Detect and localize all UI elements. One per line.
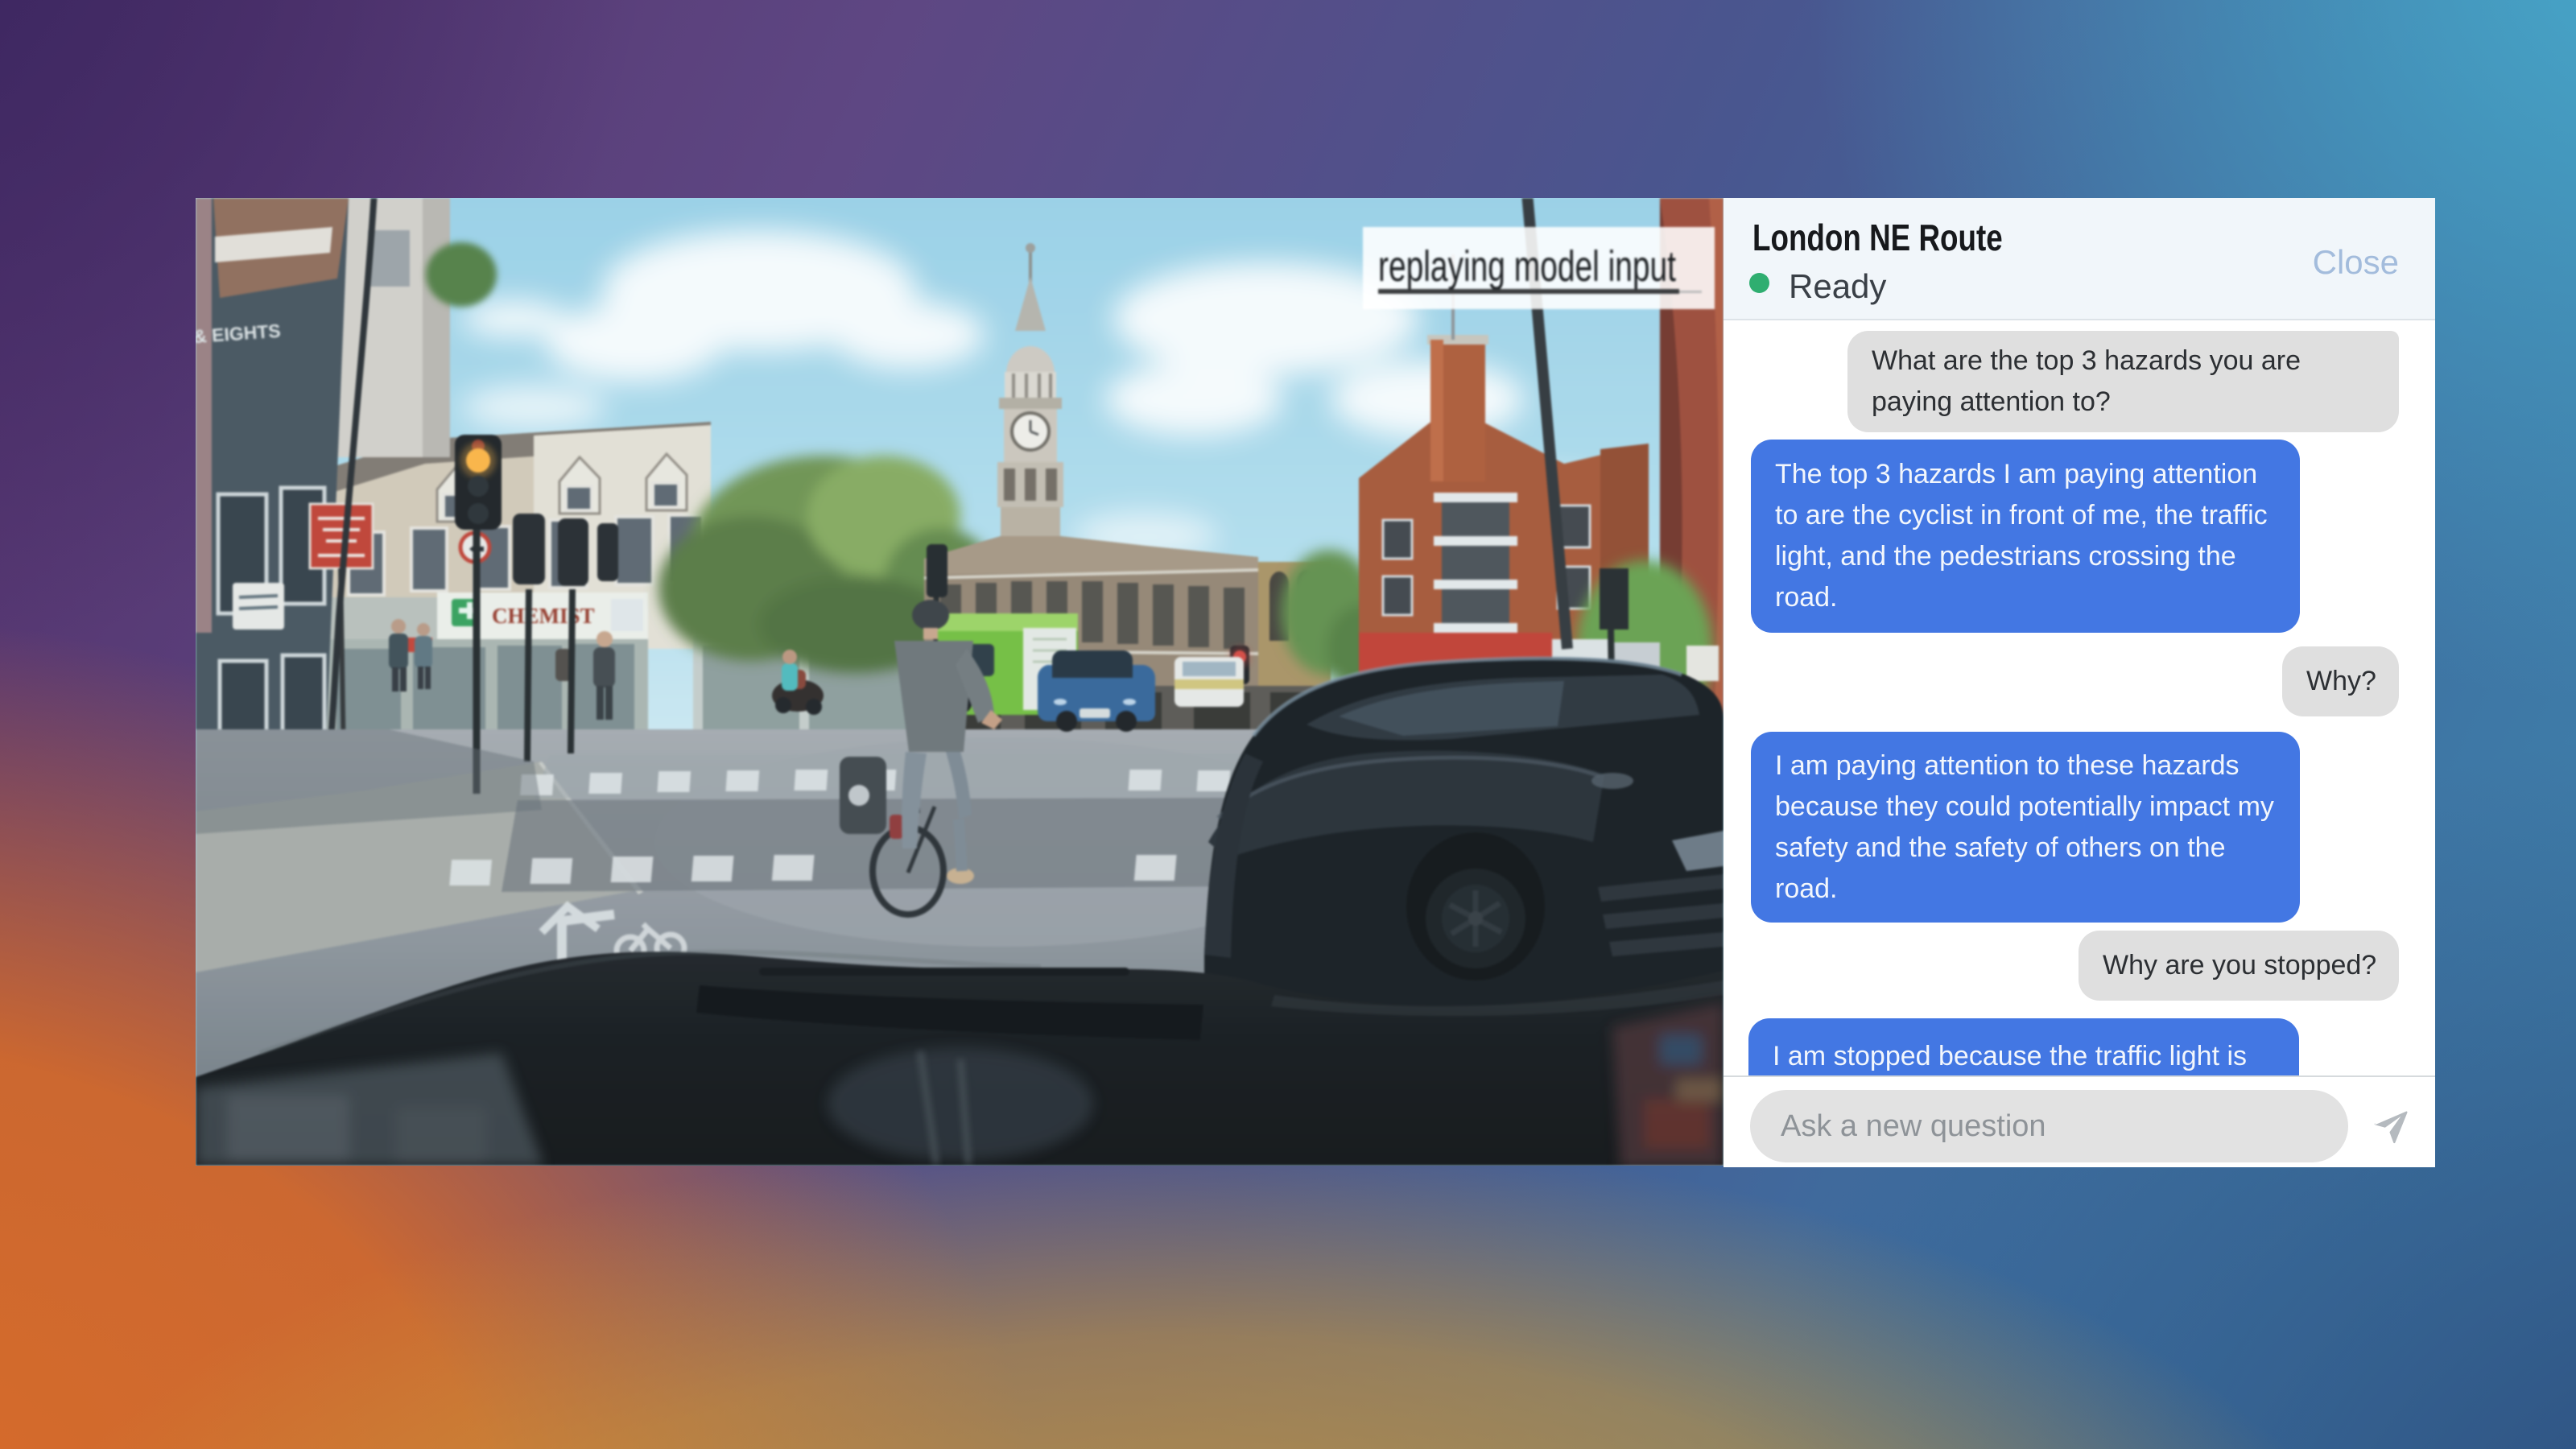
svg-text:replaying model input: replaying model input	[1378, 242, 1676, 291]
